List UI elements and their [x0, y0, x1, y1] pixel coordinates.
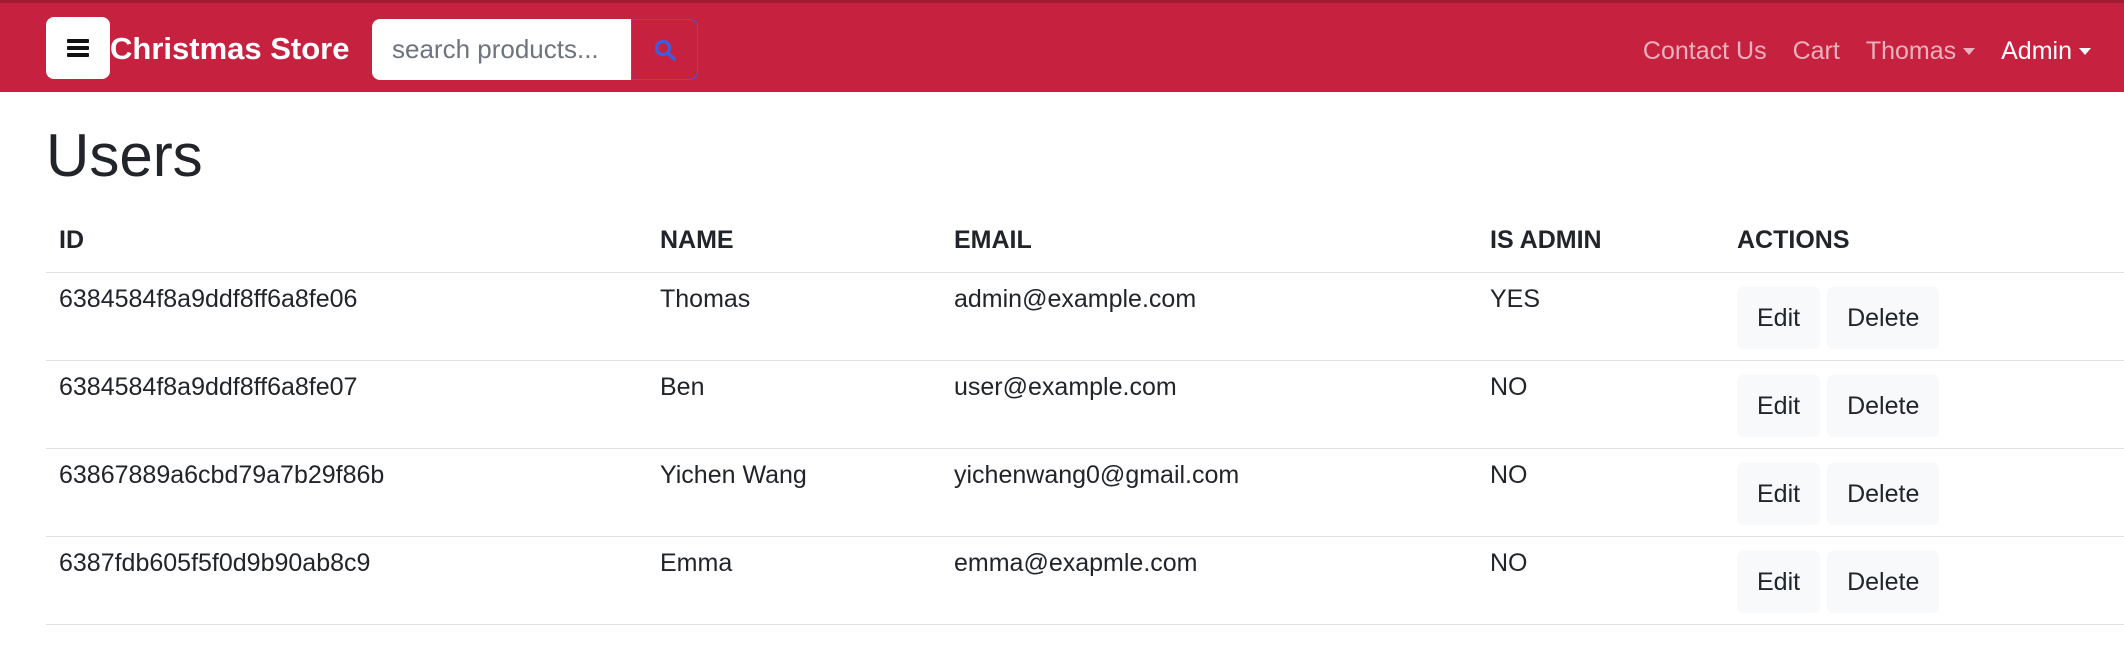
user-actions-cell: Edit Delete: [1724, 272, 2124, 361]
user-dropdown[interactable]: Thomas: [1853, 37, 1988, 66]
hamburger-icon: [67, 39, 89, 57]
user-id-cell: 6384584f8a9ddf8ff6a8fe06: [46, 272, 647, 361]
user-actions-cell: Edit Delete: [1724, 360, 2124, 449]
nav-link-cart-label: Cart: [1792, 36, 1840, 65]
users-table: ID NAME EMAIL IS ADMIN ACTIONS 6384584f8…: [46, 210, 2124, 625]
user-id-cell: 63867889a6cbd79a7b29f86b: [46, 448, 647, 537]
user-email-cell: emma@exapmle.com: [941, 536, 1477, 625]
table-row: 63867889a6cbd79a7b29f86b Yichen Wang yic…: [46, 448, 2124, 537]
user-actions-cell: Edit Delete: [1724, 448, 2124, 537]
search-button[interactable]: [631, 19, 698, 80]
edit-user-button[interactable]: Edit: [1737, 462, 1821, 525]
caret-down-icon: [2079, 47, 2091, 55]
table-header-row: ID NAME EMAIL IS ADMIN ACTIONS: [46, 210, 2124, 273]
user-name-cell: Emma: [647, 536, 941, 625]
search-icon: [654, 39, 676, 61]
edit-user-button[interactable]: Edit: [1737, 374, 1821, 437]
table-row: 6387fdb605f5f0d9b90ab8c9 Emma emma@exapm…: [46, 536, 2124, 625]
caret-down-icon: [1963, 47, 1976, 55]
brand-logo-text[interactable]: Christmas Store: [110, 31, 349, 67]
delete-user-button[interactable]: Delete: [1827, 462, 1940, 525]
user-name-cell: Ben: [647, 360, 941, 449]
user-name-cell: Yichen Wang: [647, 448, 941, 537]
admin-dropdown[interactable]: Admin: [1988, 37, 2104, 66]
column-header-actions: ACTIONS: [1724, 210, 2124, 273]
column-header-email: EMAIL: [941, 210, 1477, 273]
search-input[interactable]: [372, 19, 632, 80]
nav-links: Contact Us Cart Thomas Admin: [1630, 33, 2104, 69]
user-name-cell: Thomas: [647, 272, 941, 361]
column-header-name: NAME: [647, 210, 941, 273]
user-is-admin-cell: NO: [1477, 536, 1724, 625]
user-is-admin-cell: NO: [1477, 448, 1724, 537]
column-header-id: ID: [46, 210, 647, 273]
edit-user-button[interactable]: Edit: [1737, 286, 1821, 349]
user-email-cell: user@example.com: [941, 360, 1477, 449]
delete-user-button[interactable]: Delete: [1827, 374, 1940, 437]
user-email-cell: yichenwang0@gmail.com: [941, 448, 1477, 537]
nav-link-contact[interactable]: Contact Us: [1630, 37, 1780, 66]
nav-link-contact-label: Contact Us: [1642, 36, 1767, 65]
user-is-admin-cell: YES: [1477, 272, 1724, 361]
delete-user-button[interactable]: Delete: [1827, 550, 1940, 613]
table-row: 6384584f8a9ddf8ff6a8fe06 Thomas admin@ex…: [46, 272, 2124, 361]
admin-dropdown-label: Admin: [2001, 36, 2072, 65]
edit-user-button[interactable]: Edit: [1737, 550, 1821, 613]
user-actions-cell: Edit Delete: [1724, 536, 2124, 625]
user-dropdown-label: Thomas: [1865, 36, 1957, 65]
delete-user-button[interactable]: Delete: [1827, 286, 1940, 349]
navbar: Christmas Store Contact Us Cart Thomas A…: [0, 0, 2124, 92]
user-id-cell: 6384584f8a9ddf8ff6a8fe07: [46, 360, 647, 449]
user-is-admin-cell: NO: [1477, 360, 1724, 449]
nav-link-cart[interactable]: Cart: [1780, 37, 1853, 66]
table-row: 6384584f8a9ddf8ff6a8fe07 Ben user@exampl…: [46, 360, 2124, 449]
user-id-cell: 6387fdb605f5f0d9b90ab8c9: [46, 536, 647, 625]
page-title: Users: [46, 122, 203, 189]
menu-toggle-button[interactable]: [46, 17, 110, 79]
user-email-cell: admin@example.com: [941, 272, 1477, 361]
column-header-is-admin: IS ADMIN: [1477, 210, 1724, 273]
